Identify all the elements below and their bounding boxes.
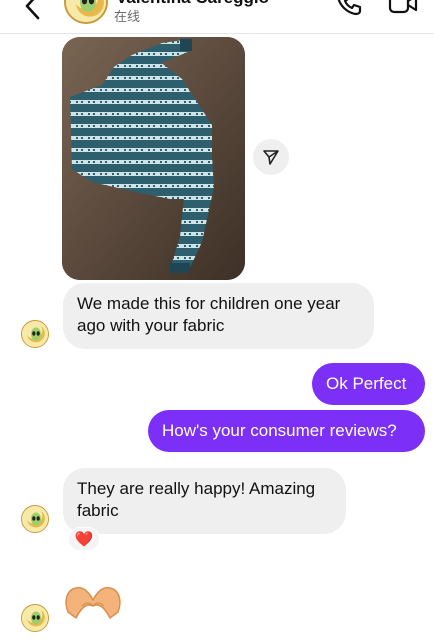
share-button[interactable] xyxy=(253,139,289,175)
chat-header: Valentina Careggio 在线 xyxy=(0,0,434,34)
sender-avatar[interactable] xyxy=(21,604,49,632)
message-bubble[interactable]: We made this for children one year ago w… xyxy=(63,283,374,349)
message-bubble[interactable]: How's your consumer reviews? xyxy=(148,410,425,452)
message-bubble[interactable]: They are really happy! Amazing fabric xyxy=(63,468,346,534)
contact-status: 在线 xyxy=(114,9,141,24)
back-chevron-icon[interactable] xyxy=(22,0,44,20)
phone-icon[interactable] xyxy=(336,0,362,16)
contact-avatar[interactable] xyxy=(64,0,108,24)
sender-avatar[interactable] xyxy=(21,320,49,348)
sender-avatar[interactable] xyxy=(21,505,49,533)
message-bubble[interactable]: Ok Perfect xyxy=(312,363,425,405)
heart-hands-emoji[interactable] xyxy=(62,582,124,622)
heart-reaction-icon[interactable]: ❤️ xyxy=(68,527,100,551)
shared-photo[interactable] xyxy=(62,37,245,280)
share-icon xyxy=(263,150,279,165)
video-camera-icon[interactable] xyxy=(388,0,418,16)
